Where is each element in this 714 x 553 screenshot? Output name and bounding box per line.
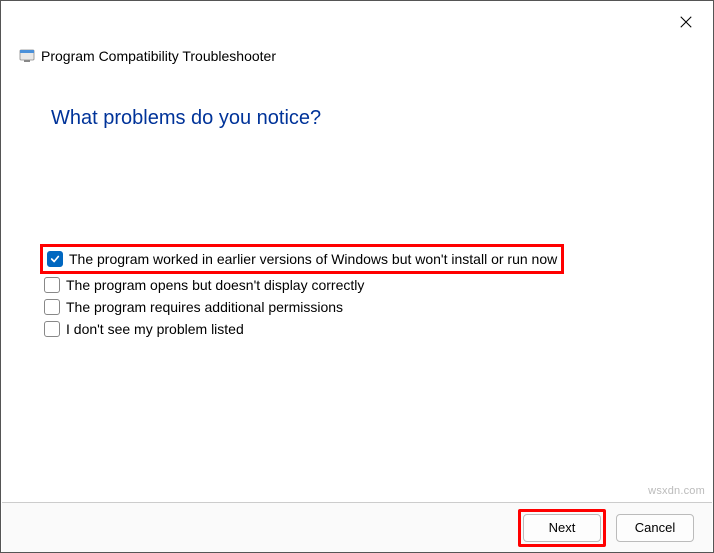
dialog-footer: Next Cancel [2,502,712,552]
checkbox-display-incorrectly[interactable] [44,277,60,293]
troubleshooter-icon [19,48,35,64]
watermark-text: wsxdn.com [648,485,705,497]
checkbox-earlier-versions[interactable] [47,251,63,267]
option-label: I don't see my problem listed [66,321,244,337]
option-earlier-versions[interactable]: The program worked in earlier versions o… [40,244,564,274]
next-button[interactable]: Next [523,514,601,542]
close-button[interactable] [673,11,699,37]
option-label: The program worked in earlier versions o… [69,251,557,267]
option-not-listed[interactable]: I don't see my problem listed [40,319,564,339]
checkbox-not-listed[interactable] [44,321,60,337]
close-icon [679,16,693,33]
next-button-highlight: Next [518,509,606,547]
dialog-title: Program Compatibility Troubleshooter [41,48,276,64]
option-additional-permissions[interactable]: The program requires additional permissi… [40,297,564,317]
option-label: The program requires additional permissi… [66,299,343,315]
option-display-incorrectly[interactable]: The program opens but doesn't display co… [40,275,564,295]
options-list: The program worked in earlier versions o… [40,244,564,341]
compatibility-troubleshooter-dialog: Program Compatibility Troubleshooter Wha… [0,0,714,553]
dialog-header: Program Compatibility Troubleshooter [19,48,276,64]
question-heading: What problems do you notice? [51,107,321,130]
checkbox-additional-permissions[interactable] [44,299,60,315]
option-label: The program opens but doesn't display co… [66,277,364,293]
cancel-button[interactable]: Cancel [616,514,694,542]
